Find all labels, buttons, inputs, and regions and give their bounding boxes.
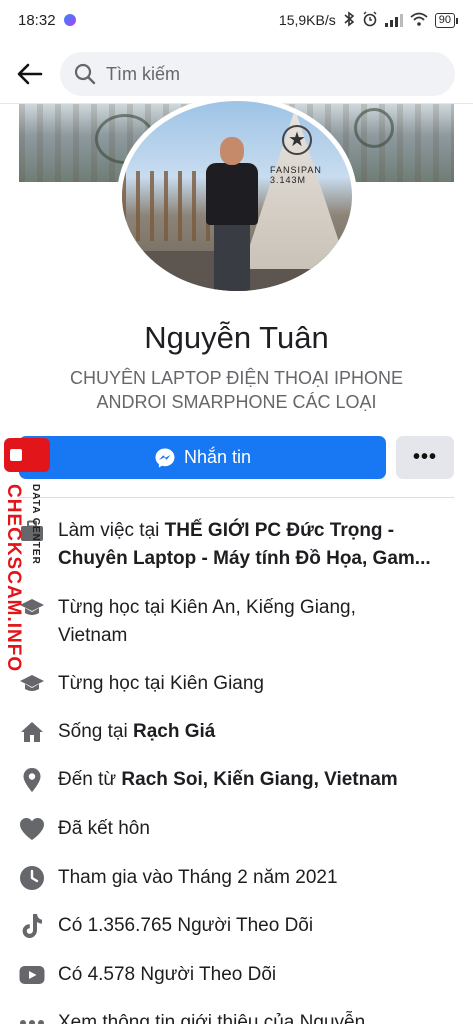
watermark-text: CHECKSCAM.INFO	[3, 484, 24, 673]
info-youtube-text: Có 4.578 Người Theo Dõi	[58, 964, 277, 985]
watermark-circle	[24, 440, 50, 466]
profile-avatar[interactable]: ★ FANSIPAN 3.143M	[117, 96, 357, 296]
profile-bio-line2: ANDROI SMARPHONE CÁC LOẠI	[96, 392, 377, 412]
info-see-more[interactable]: Xem thông tin giới thiệu của Nguyễn	[19, 1009, 459, 1024]
profile-bio: CHUYÊN LAPTOP ĐIỆN THOẠI IPHONE ANDROI S…	[40, 366, 433, 414]
message-button-label: Nhắn tin	[183, 447, 252, 467]
monument-label: FANSIPAN 3.143M	[270, 165, 322, 185]
info-lives-place[interactable]: Rạch Giá	[133, 721, 215, 742]
alarm-icon	[362, 11, 378, 30]
back-button[interactable]	[14, 58, 46, 90]
youtube-icon	[19, 962, 45, 988]
location-pin-icon	[19, 767, 45, 793]
info-work-line2[interactable]: Chuyên Laptop - Máy tính Đồ Họa, Gam...	[58, 548, 431, 569]
tiktok-icon	[19, 913, 45, 939]
info-study-2-text: Từng học tại Kiên Giang	[58, 673, 265, 694]
search-header: Tìm kiếm	[0, 48, 473, 100]
info-lives[interactable]: Sống tại Rạch Giá	[19, 718, 459, 746]
arrow-left-icon	[17, 63, 43, 85]
graduation-cap-icon	[19, 671, 45, 697]
search-placeholder: Tìm kiếm	[106, 63, 180, 84]
info-joined-text: Tham gia vào Tháng 2 năm 2021	[58, 867, 338, 888]
wifi-icon	[410, 12, 428, 29]
info-from[interactable]: Đến từ Rach Soi, Kiến Giang, Vietnam	[19, 766, 459, 794]
status-time: 18:32	[18, 11, 56, 29]
info-lives-prefix: Sống tại	[58, 721, 133, 742]
signal-icon	[384, 13, 403, 27]
network-speed: 15,9KB/s	[278, 12, 336, 28]
more-dots-icon: •••	[412, 446, 437, 468]
more-dots-icon	[19, 1010, 45, 1024]
info-study-1-line2: Vietnam	[58, 625, 128, 646]
info-from-place[interactable]: Rach Soi, Kiến Giang, Vietnam	[121, 769, 397, 790]
profile-bio-line1: CHUYÊN LAPTOP ĐIỆN THOẠI IPHONE	[69, 368, 404, 388]
monument-star-icon: ★	[282, 125, 312, 155]
info-tiktok[interactable]: Có 1.356.765 Người Theo Dõi	[19, 912, 459, 940]
bluetooth-icon	[343, 10, 355, 30]
info-joined: Tham gia vào Tháng 2 năm 2021	[19, 864, 459, 892]
message-button[interactable]: Nhắn tin	[19, 436, 386, 479]
section-divider	[19, 497, 454, 498]
info-work-prefix: Làm việc tại	[58, 520, 165, 541]
home-icon	[19, 719, 45, 745]
info-relationship-text: Đã kết hôn	[58, 818, 150, 839]
info-work-line1[interactable]: THẾ GIỚI PC Đức Trọng -	[165, 520, 394, 541]
status-bar: 18:32 15,9KB/s 90	[0, 0, 473, 40]
heart-icon	[19, 816, 45, 842]
clock-icon	[19, 865, 45, 891]
more-options-button[interactable]: •••	[396, 436, 454, 479]
search-icon	[74, 63, 96, 85]
search-input[interactable]: Tìm kiếm	[60, 52, 455, 96]
info-tiktok-text: Có 1.356.765 Người Theo Dõi	[58, 915, 314, 936]
info-from-prefix: Đến từ	[58, 769, 122, 790]
info-work[interactable]: Làm việc tại THẾ GIỚI PC Đức Trọng - Chu…	[19, 517, 459, 573]
messenger-icon	[155, 448, 175, 467]
profile-name: Nguyễn Tuân	[144, 320, 329, 355]
info-study-1[interactable]: Từng học tại Kiên An, Kiếng Giang, Vietn…	[19, 594, 459, 650]
info-study-1-line1: Từng học tại Kiên An, Kiếng Giang,	[58, 597, 356, 618]
messenger-notification-icon	[63, 14, 76, 26]
info-study-2[interactable]: Từng học tại Kiên Giang	[19, 670, 459, 698]
info-see-more-text: Xem thông tin giới thiệu của Nguyễn	[58, 1012, 366, 1024]
battery-indicator: 90	[434, 12, 459, 28]
watermark-subtext: DATA CENTER	[30, 484, 41, 565]
info-youtube[interactable]: Có 4.578 Người Theo Dõi	[19, 961, 459, 989]
info-relationship[interactable]: Đã kết hôn	[19, 815, 459, 843]
